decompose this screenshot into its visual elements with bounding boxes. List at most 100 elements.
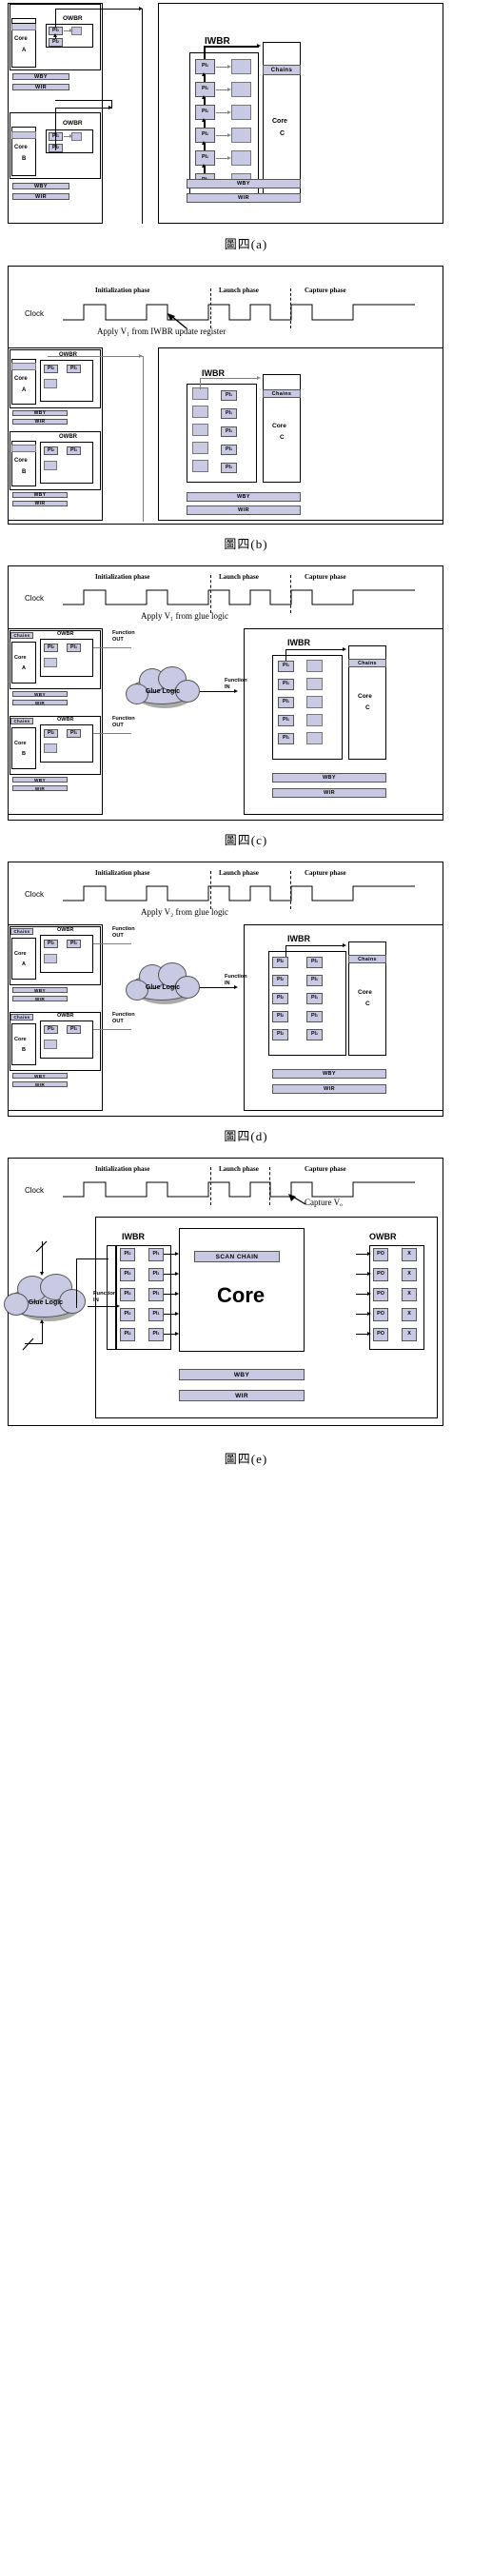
fig-a-core-c-sublabel: C xyxy=(280,130,285,137)
fig-a-iwbr-x-4 xyxy=(231,150,251,166)
fig-b-iwbr-label: IWBR xyxy=(202,368,225,378)
fig-d-dash-capture xyxy=(290,871,291,909)
fig-e-bus-slash-bottom xyxy=(22,1338,34,1351)
fig-d-chains-a: Chains xyxy=(10,928,33,935)
fig-d-iwbr-pi2-1: PI 2 xyxy=(272,975,288,986)
fig-b-owbr-a-label: OWBR xyxy=(59,352,77,358)
fig-a-iwbr-chainarrow-3 xyxy=(202,118,206,122)
fig-a-owbr-a-pi2: PI 2 xyxy=(49,38,63,47)
fig-b-annotation-pointer xyxy=(167,313,187,329)
fig-d-core-c-sublabel: C xyxy=(365,1001,370,1007)
fig-e-bus-slash-top xyxy=(35,1240,48,1253)
fig-d-core-b-body xyxy=(11,1023,36,1065)
fig-c-wby-a: WBY xyxy=(12,691,68,697)
fig-e-owbr-po-2: PO xyxy=(373,1288,388,1301)
fig-c-owbr-a-label: OWBR xyxy=(57,631,74,637)
fig-b-core-c-sublabel: C xyxy=(280,434,285,441)
fig-c-out-b-line xyxy=(93,733,131,734)
fig-e-iwbr-pi1-4: PI 1 xyxy=(148,1328,164,1341)
fig-c-wir-c: WIR xyxy=(272,788,386,798)
fig-e-owbr-label: OWBR xyxy=(369,1232,397,1241)
cell-sub: 1 xyxy=(206,87,208,91)
fig-d-phase-init: Initialization phase xyxy=(95,869,150,877)
fig-c-annotation: Apply V₁ from glue logic xyxy=(141,611,228,621)
cell-sub: 1 xyxy=(206,132,208,137)
fig-e-iwbr-pi1-2: PI 1 xyxy=(148,1288,164,1301)
cell-sub: 1 xyxy=(56,28,59,32)
fig-d-owbr-a-pi2: PI 2 xyxy=(44,940,58,948)
fig-e-wby-bar: WBY xyxy=(179,1369,305,1380)
fig-b-iwbr-pi-3: PI 1 xyxy=(221,445,237,455)
fig-d-owbr-b-label: OWBR xyxy=(57,1013,74,1019)
figure-b: Clock Initialization phase Launch phase … xyxy=(0,266,492,528)
fig-c-core-b-body xyxy=(11,727,36,769)
fig-d-iwbr-pi2-4: PI 2 xyxy=(272,1029,288,1040)
fig-d-iwbr-pi1-2: PI 1 xyxy=(306,993,323,1004)
fig-d-owbr-a-x xyxy=(44,954,57,963)
fig-e-owbr-in-arrow-2 xyxy=(367,1292,371,1296)
fig-d-wby-b: WBY xyxy=(12,1073,68,1079)
fig-c-dash-capture xyxy=(290,575,291,613)
caption-b: 圖四(b) xyxy=(224,537,268,551)
fig-b-owbr-b-pi2: PI 2 xyxy=(44,446,58,455)
fig-c-iwbr-pi-2: PI 1 xyxy=(278,697,294,708)
fig-a-wby-c: WBY xyxy=(187,179,301,188)
fig-b-iwbr-x-2 xyxy=(192,424,208,436)
fig-b-iwbr-pi-1: PI 1 xyxy=(221,408,237,419)
fig-a-chains-bar: Chains xyxy=(263,65,301,75)
fig-e-owbr-in-arrow-3 xyxy=(367,1312,371,1316)
fig-d-iwbr-pi1-4: PI 1 xyxy=(306,1029,323,1040)
fig-e-iwbr-bus xyxy=(107,1245,116,1350)
fig-a-wir-c: WIR xyxy=(187,193,301,203)
fig-a-core-a-port-frame xyxy=(11,18,36,24)
fig-a-iwbr-linkarrow-4 xyxy=(227,156,231,160)
fig-d-iwbr-pi2-3: PI 2 xyxy=(272,1011,288,1022)
fig-d-out-a-line xyxy=(93,943,131,944)
fig-b-iwbr-pi-2: PI 1 xyxy=(221,426,237,437)
fig-e-owbr-x-3: X xyxy=(402,1308,417,1321)
fig-d-dash-launch xyxy=(210,871,211,909)
fig-a-iwbr-chainarrow-5 xyxy=(202,164,206,168)
fig-c-wby-c: WBY xyxy=(272,773,386,783)
fig-e-iwbr-label: IWBR xyxy=(122,1232,145,1241)
fig-e-owbr-x-2: X xyxy=(402,1288,417,1301)
fig-c-clock-label: Clock xyxy=(25,594,45,603)
fig-e-glue-logic-cloud: Glue Logic xyxy=(4,1272,88,1323)
fig-c-owbr-b-x xyxy=(44,743,57,753)
fig-b-dash-launch xyxy=(210,288,211,328)
fig-c-wir-a: WIR xyxy=(12,700,68,705)
fig-e-iwbr-pi2-2: PI 2 xyxy=(120,1288,135,1301)
fig-b-core-b-port xyxy=(11,445,36,452)
fig-a-route-mid-b xyxy=(55,108,112,109)
fig-b-owbr-a-pi2: PI 2 xyxy=(44,365,58,373)
fig-d-glue-logic-cloud: Glue Logic xyxy=(126,961,200,1006)
cell-text: PO xyxy=(377,1291,384,1298)
fig-d-iwbr-feed-arrow xyxy=(343,943,346,947)
fig-b-clock-waveform xyxy=(63,304,415,321)
fig-c-phase-launch: Launch phase xyxy=(219,573,259,581)
fig-d-function-out-b: Function OUT xyxy=(112,1012,135,1024)
fig-e-dash-launch xyxy=(210,1167,211,1205)
fig-b-iwbr-pi-4: PI 1 xyxy=(221,463,237,473)
cell-sub: 1 xyxy=(206,155,208,160)
fig-c-core-b-sublabel: B xyxy=(22,751,26,757)
fig-c-iwbr-pi-3: PI 1 xyxy=(278,715,294,726)
fig-e-owbr-in-arrow-0 xyxy=(367,1252,371,1256)
cell-sub: 1 xyxy=(206,109,208,114)
fig-d-out-b-line xyxy=(93,1029,131,1030)
cell-text: X xyxy=(407,1251,411,1258)
fig-d-glue-logic-label: Glue Logic xyxy=(145,983,181,991)
fig-a-owbr-b-arrowhead xyxy=(69,134,73,138)
figure-a: Core A OWBR PI 1 PI 2 WBY WIR Core B OWBR … xyxy=(0,0,492,228)
fig-c-iwbr-label: IWBR xyxy=(287,638,310,647)
fig-e-iwbr-pi1-1: PI 1 xyxy=(148,1268,164,1281)
fig-b-iwbr-feed-h xyxy=(200,378,259,379)
fig-d-in-arrow xyxy=(234,985,238,989)
fig-e-annotation-pointer xyxy=(288,1194,306,1205)
fig-c-clock-waveform xyxy=(63,589,415,605)
fig-c-owbr-b-label: OWBR xyxy=(57,717,74,723)
caption-e: 圖四(e) xyxy=(224,1452,268,1466)
fig-a-iwbr-linkarrow-1 xyxy=(227,88,231,91)
fig-a-iwbr-feed-h xyxy=(204,46,259,48)
fig-e-iwbr-pi2-1: PI 2 xyxy=(120,1268,135,1281)
